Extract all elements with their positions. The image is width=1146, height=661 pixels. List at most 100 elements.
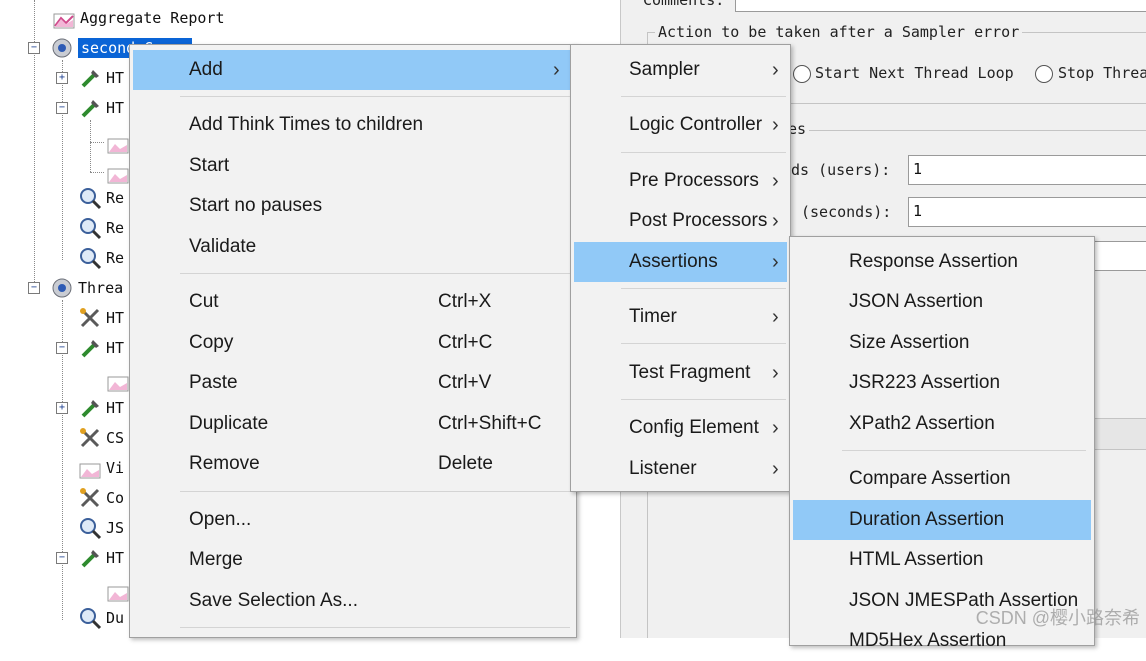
menu-item-duration-assertion[interactable]: Duration Assertion xyxy=(793,500,1091,540)
tree-node-http-request[interactable]: HT xyxy=(78,65,124,91)
menu-item-test-fragment[interactable]: Test Fragment › xyxy=(574,353,787,393)
graph-icon xyxy=(106,131,130,155)
tree-node-listener[interactable] xyxy=(106,578,130,604)
menu-item-save-selection-as[interactable]: Save Selection As... xyxy=(133,581,573,621)
chevron-right-icon: › xyxy=(772,170,779,192)
tree-node-duration[interactable]: Du xyxy=(78,605,124,631)
menu-item-logic-controller[interactable]: Logic Controller › xyxy=(574,105,787,145)
tree-node-results-tree[interactable]: Re xyxy=(78,185,124,211)
tree-node-config[interactable]: HT xyxy=(78,305,124,331)
magnifier-icon xyxy=(78,516,102,540)
watermark: CSDN @樱小路奈希 xyxy=(975,608,1140,628)
tree-node-results-tree[interactable]: Re xyxy=(78,215,124,241)
sampler-error-legend: Action to be taken after a Sampler error xyxy=(655,23,1023,41)
tree-node-json[interactable]: JS xyxy=(78,515,124,541)
tree-node-label: CS xyxy=(106,429,125,447)
tree-node-listener[interactable] xyxy=(106,368,130,394)
graph-icon xyxy=(106,579,130,603)
menu-separator xyxy=(180,96,570,97)
expand-icon[interactable]: + xyxy=(56,72,68,84)
menu-item-duplicate[interactable]: Duplicate Ctrl+Shift+C xyxy=(133,404,573,444)
assertions-submenu: Response Assertion JSON Assertion Size A… xyxy=(789,236,1095,651)
tree-node-thread-group[interactable]: Threa xyxy=(50,275,123,301)
menu-separator xyxy=(180,273,570,274)
tree-node-listener[interactable] xyxy=(106,160,130,186)
tree-node-http-request[interactable]: HT xyxy=(78,545,124,571)
menu-item-response-assertion[interactable]: Response Assertion xyxy=(793,242,1091,282)
menu-item-start[interactable]: Start xyxy=(133,146,573,186)
tree-node-config[interactable]: Co xyxy=(78,485,124,511)
menu-item-post-processors[interactable]: Post Processors › xyxy=(574,201,787,241)
collapse-icon[interactable]: − xyxy=(28,42,40,54)
menu-item-timer[interactable]: Timer › xyxy=(574,297,787,337)
menu-item-compare-assertion[interactable]: Compare Assertion xyxy=(793,459,1091,499)
menu-item-listener[interactable]: Listener › xyxy=(574,449,787,489)
menu-item-add-think-times[interactable]: Add Think Times to children xyxy=(133,105,573,145)
menu-item-validate[interactable]: Validate xyxy=(133,227,573,267)
chevron-right-icon: › xyxy=(772,210,779,232)
magnifier-icon xyxy=(78,186,102,210)
menu-item-html-assertion[interactable]: HTML Assertion xyxy=(793,540,1091,580)
number-of-threads-input[interactable]: 1 xyxy=(908,155,1146,185)
tree-node-aggregate-report[interactable]: Aggregate Report xyxy=(52,5,225,31)
comments-label: Comments: xyxy=(643,0,725,9)
menu-item-config-element[interactable]: Config Element › xyxy=(574,408,787,448)
menu-item-cut[interactable]: Cut Ctrl+X xyxy=(133,282,573,322)
chevron-right-icon: › xyxy=(772,306,779,328)
menu-item-xpath2-assertion[interactable]: XPath2 Assertion xyxy=(793,404,1091,444)
collapse-icon[interactable]: − xyxy=(56,102,68,114)
tree-node-http-request[interactable]: HT xyxy=(78,95,124,121)
menu-item-copy[interactable]: Copy Ctrl+C xyxy=(133,323,573,363)
chevron-right-icon: › xyxy=(772,458,779,480)
graph-icon xyxy=(106,369,130,393)
tree-node-label: HT xyxy=(106,339,125,357)
magnifier-icon xyxy=(78,246,102,270)
menu-item-sampler[interactable]: Sampler › xyxy=(574,50,787,90)
tree-node-label: HT xyxy=(106,99,125,117)
tree-node-label: Du xyxy=(106,609,125,627)
tree-node-http-request[interactable]: HT xyxy=(78,395,124,421)
magnifier-icon xyxy=(78,606,102,630)
expand-icon[interactable]: + xyxy=(56,402,68,414)
gear-icon xyxy=(50,36,74,60)
menu-separator xyxy=(621,96,786,97)
menu-item-start-no-pauses[interactable]: Start no pauses xyxy=(133,186,573,226)
tree-node-listener[interactable] xyxy=(106,130,130,156)
collapse-icon[interactable]: − xyxy=(56,342,68,354)
tree-node-label: HT xyxy=(106,549,125,567)
tree-node-http-request[interactable]: HT xyxy=(78,335,124,361)
loop-count-input[interactable] xyxy=(1091,241,1146,271)
tree-node-label: HT xyxy=(106,399,125,417)
gear-icon xyxy=(50,276,74,300)
menu-item-pre-processors[interactable]: Pre Processors › xyxy=(574,161,787,201)
tools-icon xyxy=(78,306,102,330)
menu-item-size-assertion[interactable]: Size Assertion xyxy=(793,323,1091,363)
tree-node-results-tree[interactable]: Re xyxy=(78,245,124,271)
menu-item-merge[interactable]: Merge xyxy=(133,540,573,580)
menu-item-add[interactable]: Add › xyxy=(133,50,573,90)
magnifier-icon xyxy=(78,216,102,240)
tree-node-label: Co xyxy=(106,489,125,507)
start-next-loop-radio[interactable] xyxy=(793,65,811,83)
comments-field[interactable] xyxy=(735,0,1146,12)
menu-item-json-assertion[interactable]: JSON Assertion xyxy=(793,282,1091,322)
menu-item-assertions[interactable]: Assertions › xyxy=(574,242,787,282)
menu-separator xyxy=(180,627,570,628)
menu-separator xyxy=(621,343,786,344)
tree-node-csv-config[interactable]: CS xyxy=(78,425,124,451)
tree-node-label: JS xyxy=(106,519,125,537)
menu-item-open[interactable]: Open... xyxy=(133,500,573,540)
collapse-icon[interactable]: − xyxy=(56,552,68,564)
tree-node-label: Vi xyxy=(106,459,125,477)
menu-item-paste[interactable]: Paste Ctrl+V xyxy=(133,363,573,403)
collapse-icon[interactable]: − xyxy=(28,282,40,294)
menu-separator xyxy=(621,152,786,153)
menu-item-jsr223-assertion[interactable]: JSR223 Assertion xyxy=(793,363,1091,403)
context-menu: Add › Add Think Times to children Start … xyxy=(129,44,577,638)
tools-icon xyxy=(78,486,102,510)
stop-thread-radio[interactable] xyxy=(1035,65,1053,83)
menu-item-remove[interactable]: Remove Delete xyxy=(133,444,573,484)
chevron-right-icon: › xyxy=(772,114,779,136)
ramp-up-input[interactable]: 1 xyxy=(908,197,1146,227)
tree-node-view-results[interactable]: Vi xyxy=(78,455,124,481)
